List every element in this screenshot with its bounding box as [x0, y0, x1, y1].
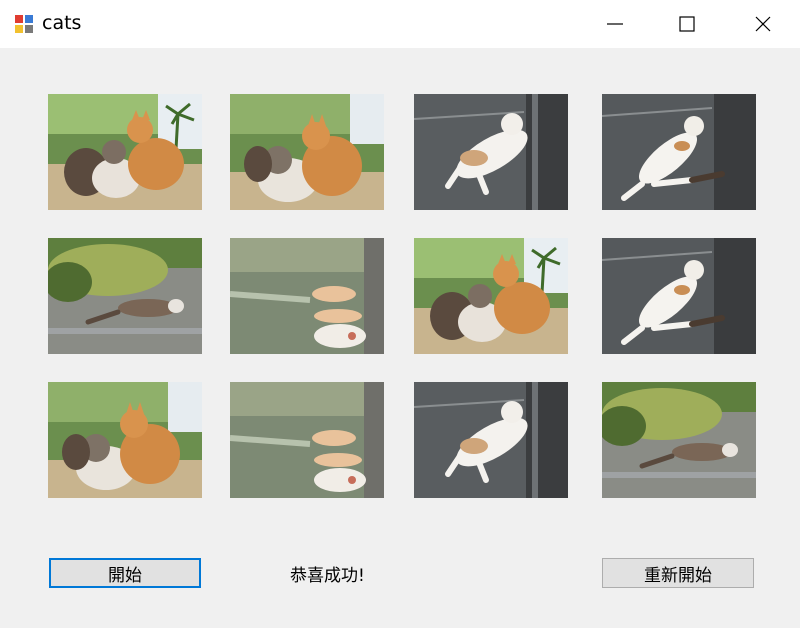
cat-lying-on-grass-road-image	[602, 382, 756, 498]
white-cat-on-road-image	[414, 382, 568, 498]
cats-group-trio-image	[48, 94, 202, 210]
cats-group-pair-image	[230, 94, 384, 210]
start-button[interactable]: 開始	[49, 558, 201, 588]
status-message: 恭喜成功!	[290, 566, 365, 586]
minimize-icon	[607, 23, 623, 25]
tile-white-cat-stretch[interactable]	[602, 94, 756, 210]
white-cat-stretch-image	[602, 94, 756, 210]
tile-cats-group-trio[interactable]	[414, 238, 568, 354]
cat-paws-closeup-image	[230, 238, 384, 354]
restart-button[interactable]: 重新開始	[602, 558, 754, 588]
tile-cats-group-trio[interactable]	[48, 94, 202, 210]
close-button[interactable]	[728, 0, 798, 48]
maximize-icon	[679, 16, 695, 32]
minimize-button[interactable]	[580, 0, 650, 48]
close-icon	[755, 16, 771, 32]
tile-white-cat-stretch[interactable]	[602, 238, 756, 354]
title-bar: cats	[0, 0, 800, 48]
white-cat-stretch-image	[602, 238, 756, 354]
cat-paws-closeup-image	[230, 382, 384, 498]
tile-cat-paws-closeup[interactable]	[230, 382, 384, 498]
white-cat-on-road-image	[414, 94, 568, 210]
tile-cats-group-pair[interactable]	[48, 382, 202, 498]
app-icon	[15, 15, 33, 33]
tile-cat-lying-on-grass-road[interactable]	[602, 382, 756, 498]
cat-lying-on-grass-road-image	[48, 238, 202, 354]
tile-cat-paws-closeup[interactable]	[230, 238, 384, 354]
tile-cat-lying-on-grass-road[interactable]	[48, 238, 202, 354]
tile-white-cat-on-road[interactable]	[414, 94, 568, 210]
window-title: cats	[42, 12, 82, 34]
tile-cats-group-pair[interactable]	[230, 94, 384, 210]
cats-group-trio-image	[414, 238, 568, 354]
cats-group-pair-image	[48, 382, 202, 498]
tile-white-cat-on-road[interactable]	[414, 382, 568, 498]
maximize-button[interactable]	[652, 0, 722, 48]
